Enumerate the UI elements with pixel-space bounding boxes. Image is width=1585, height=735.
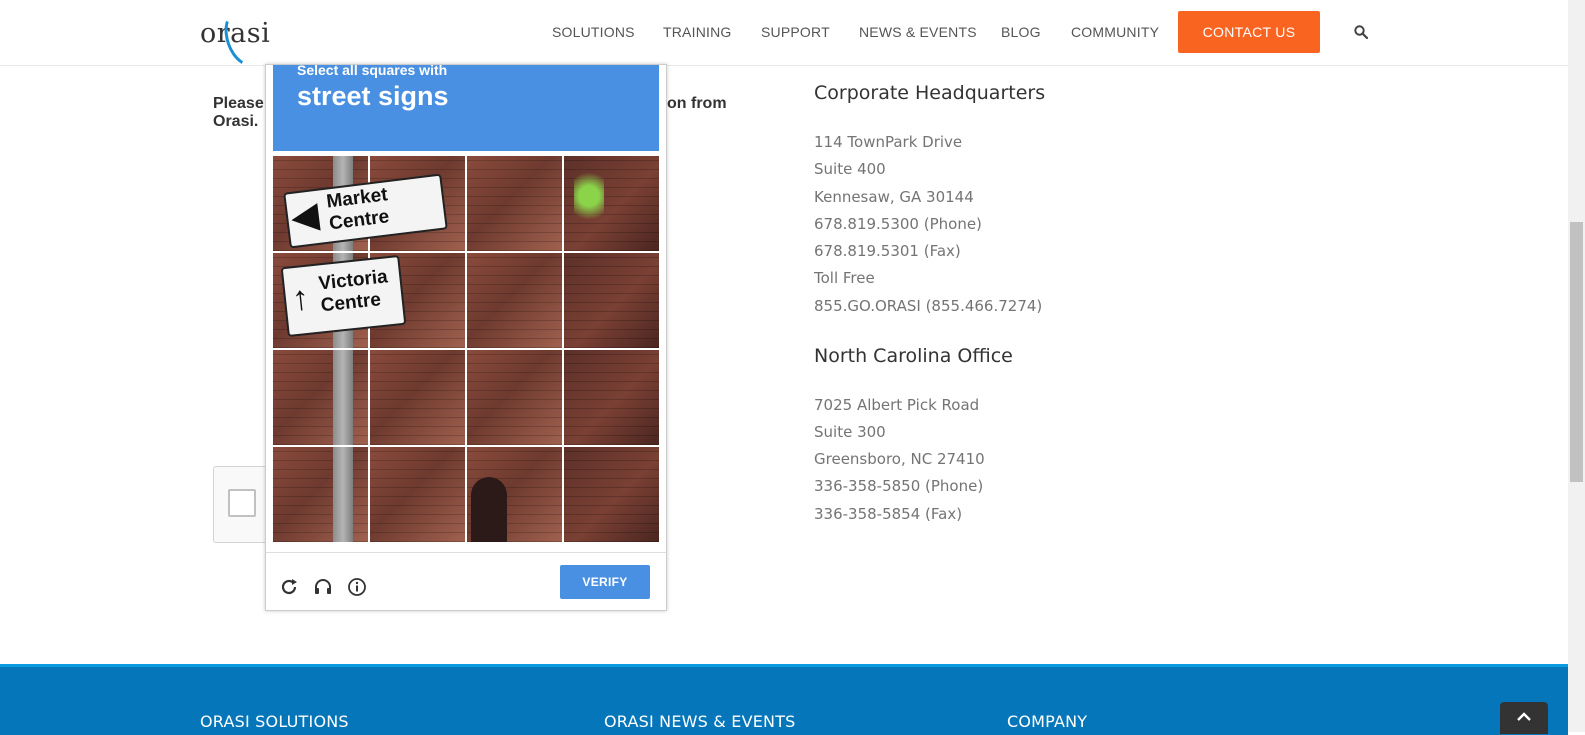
captcha-tile-13[interactable] <box>273 447 368 542</box>
arrow-up-icon: ↑ <box>290 278 311 319</box>
site-header: orasi SOLUTIONS TRAINING SUPPORT NEWS & … <box>0 0 1568 74</box>
hq-address-line: Suite 400 <box>814 160 886 178</box>
footer-heading-company: COMPANY <box>1007 712 1088 731</box>
captcha-header: Select all squares with street signs <box>273 62 659 151</box>
nav-blog[interactable]: BLOG <box>1001 24 1041 40</box>
nc-address-line: Suite 300 <box>814 423 886 441</box>
nav-support[interactable]: SUPPORT <box>761 24 830 40</box>
orasi-logo[interactable]: orasi <box>200 2 276 74</box>
arrow-left-icon: ◀ <box>289 195 321 237</box>
footer-heading-news-events: ORASI NEWS & EVENTS <box>604 712 796 731</box>
nc-address-line: 7025 Albert Pick Road <box>814 396 980 414</box>
captcha-tile-4[interactable] <box>564 156 659 251</box>
hq-title: Corporate Headquarters <box>814 82 1046 104</box>
chevron-up-icon <box>1517 712 1531 721</box>
nav-solutions[interactable]: SOLUTIONS <box>552 24 635 40</box>
verify-button[interactable]: VERIFY <box>560 565 650 599</box>
hq-address-line: Kennesaw, GA 30144 <box>814 188 974 206</box>
nav-news-events[interactable]: NEWS & EVENTS <box>859 24 977 40</box>
sign-pole <box>333 447 353 542</box>
nc-fax: 336-358-5854 (Fax) <box>814 505 963 523</box>
sign-pole <box>333 350 353 445</box>
recaptcha-challenge: Select all squares with street signs ◀ M… <box>265 62 667 611</box>
contact-us-button[interactable]: CONTACT US <box>1178 11 1320 53</box>
captcha-tile-8[interactable] <box>564 253 659 348</box>
sign-text: Victoria Centre <box>317 266 389 317</box>
hq-phone: 678.819.5300 (Phone) <box>814 215 982 233</box>
nc-phone: 336-358-5850 (Phone) <box>814 477 984 495</box>
audio-icon[interactable] <box>313 577 333 597</box>
form-intro-line1: Please <box>213 95 264 112</box>
captcha-instruction: Select all squares with <box>297 62 448 78</box>
captcha-tile-11[interactable] <box>467 350 562 445</box>
nav-community[interactable]: COMMUNITY <box>1071 24 1159 40</box>
footer-heading-solutions: ORASI SOLUTIONS <box>200 712 349 731</box>
captcha-footer: VERIFY <box>266 552 666 611</box>
scrollbar-thumb[interactable] <box>1570 222 1583 482</box>
captcha-tile-7[interactable] <box>467 253 562 348</box>
form-intro-text-right: on from <box>667 95 727 112</box>
hq-address-line: 114 TownPark Drive <box>814 133 963 151</box>
victoria-centre-sign: ↑ Victoria Centre <box>280 254 407 338</box>
reload-icon[interactable] <box>279 577 299 597</box>
back-to-top-button[interactable] <box>1500 702 1548 734</box>
nc-title: North Carolina Office <box>814 345 1013 367</box>
hq-fax: 678.819.5301 (Fax) <box>814 242 961 260</box>
logo-arc-icon <box>216 2 276 74</box>
hq-toll-free-label: Toll Free <box>814 269 875 287</box>
search-icon[interactable] <box>1354 25 1368 39</box>
sign-text: Market Centre <box>325 184 391 235</box>
nc-address-line: Greensboro, NC 27410 <box>814 450 985 468</box>
captcha-tile-15[interactable] <box>467 447 562 542</box>
page-scrollbar[interactable] <box>1568 0 1585 732</box>
window-arch <box>471 477 507 542</box>
captcha-tile-9[interactable] <box>273 350 368 445</box>
graffiti <box>574 166 604 226</box>
captcha-tile-12[interactable] <box>564 350 659 445</box>
recaptcha-checkbox[interactable] <box>228 489 256 517</box>
captcha-tile-10[interactable] <box>370 350 465 445</box>
captcha-object: street signs <box>297 81 449 111</box>
form-intro-line2: Orasi. <box>213 113 259 130</box>
info-icon[interactable] <box>347 577 367 597</box>
form-intro-text: Please Orasi. <box>213 95 264 131</box>
captcha-tile-3[interactable] <box>467 156 562 251</box>
captcha-tile-16[interactable] <box>564 447 659 542</box>
captcha-tile-14[interactable] <box>370 447 465 542</box>
nav-training[interactable]: TRAINING <box>663 24 732 40</box>
hq-toll-free-number: 855.GO.ORASI (855.466.7274) <box>814 297 1043 315</box>
